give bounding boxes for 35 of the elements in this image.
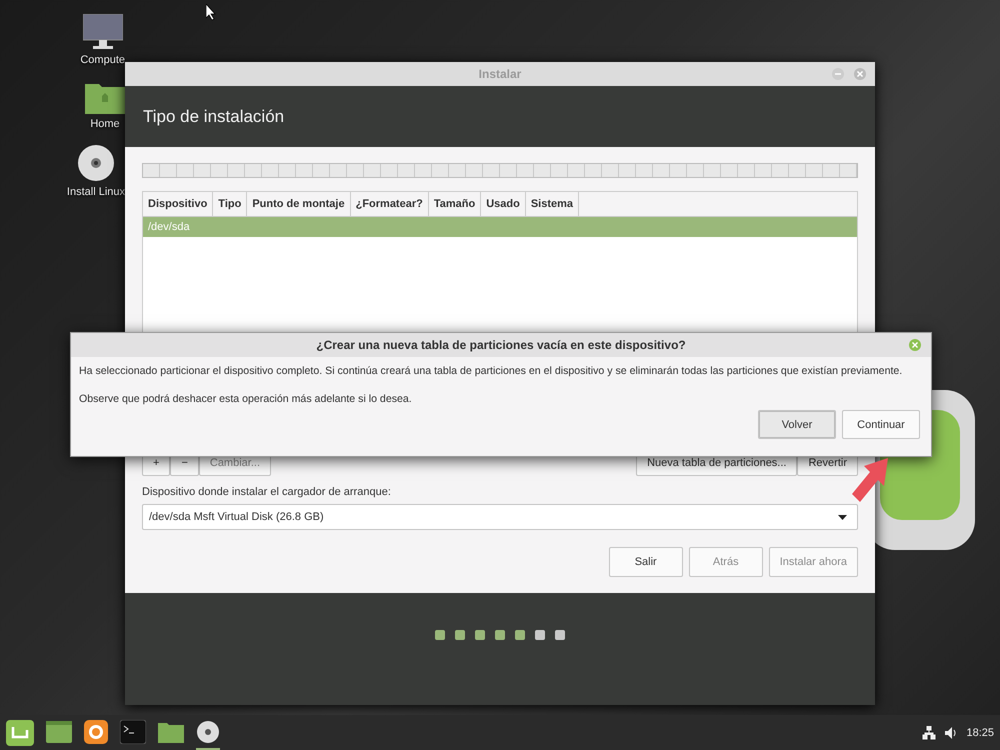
menu-icon[interactable] <box>6 720 34 746</box>
bootloader-dropdown[interactable]: /dev/sda Msft Virtual Disk (26.8 GB) <box>142 504 858 530</box>
desktop-icon-label[interactable]: Home <box>90 118 120 130</box>
column-header[interactable]: Tamaño <box>428 192 482 216</box>
column-header[interactable]: Dispositivo <box>143 192 214 216</box>
disc-icon[interactable] <box>196 720 220 744</box>
column-header[interactable]: Tipo <box>213 192 248 216</box>
folder-icon[interactable] <box>158 720 184 742</box>
dialog-title: ¿Crear una nueva tabla de particiones vacía en este dispositivo? <box>316 338 686 352</box>
column-header[interactable]: Sistema <box>526 192 580 216</box>
column-header[interactable]: Punto de montaje <box>247 192 351 216</box>
dialog-note: Observe que podrá deshacer esta operación más adelante si lo desea. <box>79 392 412 406</box>
caret-icon <box>838 514 847 520</box>
column-header[interactable]: ¿Formatear? <box>350 192 429 216</box>
column-header[interactable]: Usado <box>481 192 526 216</box>
table-cell-text: /dev/sda <box>147 220 190 233</box>
window-title: Instalar <box>478 67 522 81</box>
desktop-icon-label[interactable]: Compute <box>80 54 125 66</box>
desktop-icon[interactable] <box>46 720 72 742</box>
network-icon[interactable] <box>922 726 936 740</box>
dialog-message: Ha seleccionado particionar el dispositivo completo. Si continúa creará una tabla de particiones en el dispositivo y se eliminarán todas las particiones que existían previamente. <box>79 364 902 378</box>
dialog-button[interactable]: Volver <box>758 410 836 439</box>
page-heading: Tipo de instalación <box>143 106 284 126</box>
monitor-icon <box>82 14 123 50</box>
pointer-arrow-icon <box>850 456 890 504</box>
browser-icon[interactable] <box>84 720 108 744</box>
bootloader-label: Dispositivo donde instalar el cargador de arranque: <box>142 486 392 498</box>
clock[interactable]: 18:25 <box>966 726 994 738</box>
terminal-icon[interactable] <box>120 720 146 744</box>
mouse-pointer-icon <box>206 4 216 20</box>
desktop-icon-label[interactable]: Install Linux <box>66 186 125 198</box>
dialog-button[interactable]: Continuar <box>842 410 920 439</box>
volume-icon[interactable] <box>944 726 958 740</box>
nav-button[interactable]: Salir <box>608 547 683 577</box>
disc-icon <box>76 144 115 182</box>
